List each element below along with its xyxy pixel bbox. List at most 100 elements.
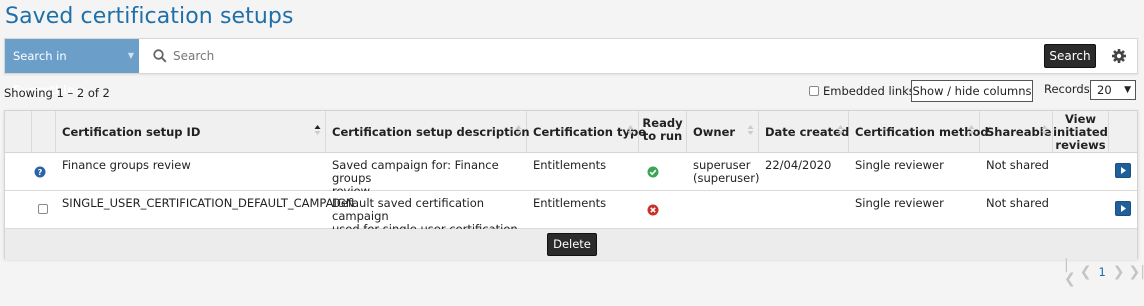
sort-icon (515, 125, 522, 135)
page-title: Saved certification setups (5, 4, 294, 29)
pagination: |❮ ❮ 1 ❯ ❯| (1064, 258, 1144, 286)
table-footer: Delete (5, 229, 1137, 260)
row-action (1109, 191, 1139, 228)
header-ready-line1: Ready (642, 116, 683, 130)
row-date: 22/04/2020 (759, 153, 849, 190)
row-owner-line1: superuser (693, 158, 751, 172)
row-shareable: Not shared (980, 153, 1053, 190)
delete-button[interactable]: Delete (547, 233, 597, 256)
row-method: Single reviewer (849, 153, 980, 190)
header-description-label: Certification setup description (332, 125, 530, 139)
page-number[interactable]: 1 (1098, 265, 1105, 279)
embedded-links-checkbox[interactable] (809, 86, 819, 96)
search-button[interactable]: Search (1044, 44, 1096, 68)
embedded-links-label: Embedded links (823, 84, 915, 98)
row-setup-id: Finance groups review (56, 153, 326, 190)
row-ready (639, 153, 687, 190)
row-date-text: 22/04/2020 (765, 158, 832, 172)
search-scope-prefix: Search in (13, 49, 67, 63)
table-header: Certification setup ID Certification set… (5, 111, 1137, 153)
row-action (1109, 153, 1139, 190)
open-row-button[interactable] (1115, 163, 1131, 178)
first-page-icon[interactable]: |❮ (1064, 258, 1076, 286)
gear-icon[interactable] (1111, 48, 1127, 64)
next-page-icon[interactable]: ❯ (1113, 265, 1125, 279)
header-date[interactable]: Date created (759, 111, 849, 152)
row-select-checkbox[interactable] (38, 204, 48, 214)
row-description-line1: Default saved certification campaign (332, 196, 485, 223)
header-action (1109, 111, 1139, 152)
header-owner-label: Owner (693, 125, 736, 139)
row-setup-id-text: SINGLE_USER_CERTIFICATION_DEFAULT_CAMPAI… (62, 196, 355, 210)
records-label: Records (1044, 82, 1090, 96)
row-shareable-text: Not shared (986, 158, 1049, 172)
row-owner: superuser (superuser) (687, 153, 759, 190)
records-select[interactable]: 20 ▼ (1090, 80, 1136, 100)
header-ready[interactable]: Ready to run (639, 111, 687, 152)
row-owner-text: superuser (superuser) (693, 159, 759, 185)
sort-icon (747, 125, 754, 135)
row-description-line1: Saved campaign for: Finance groups (332, 158, 499, 185)
row-method: Single reviewer (849, 191, 980, 228)
header-view-reviews-label: View initiated reviews (1053, 113, 1108, 152)
search-input[interactable] (173, 45, 1033, 67)
header-method[interactable]: Certification method (849, 111, 989, 152)
search-bar: Search in Everything ▼ Search (4, 38, 1138, 97)
sort-icon (968, 125, 975, 135)
row-shareable-text: Not shared (986, 196, 1049, 210)
sort-icon (1041, 125, 1048, 135)
row-status-cell: ? (5, 153, 46, 190)
embedded-links-toggle[interactable]: Embedded links (809, 84, 915, 98)
header-setup-id[interactable]: Certification setup ID (56, 111, 326, 152)
row-shareable: Not shared (980, 191, 1053, 228)
results-count: Showing 1 – 2 of 2 (4, 86, 110, 100)
chevron-down-icon: ▼ (127, 51, 134, 60)
row-date (759, 191, 849, 228)
row-ready (639, 191, 687, 228)
row-setup-id: SINGLE_USER_CERTIFICATION_DEFAULT_CAMPAI… (56, 191, 354, 228)
chevron-right-icon (1121, 205, 1126, 212)
row-type-text: Entitlements (533, 196, 607, 210)
svg-text:?: ? (38, 168, 43, 177)
table-row[interactable]: SINGLE_USER_CERTIFICATION_DEFAULT_CAMPAI… (5, 191, 1139, 236)
row-method-text: Single reviewer (855, 158, 944, 172)
open-row-button[interactable] (1115, 201, 1131, 216)
header-description[interactable]: Certification setup description (326, 111, 530, 152)
row-owner (687, 191, 759, 228)
header-status (5, 111, 32, 152)
sort-icon (627, 125, 634, 135)
row-setup-id-text: Finance groups review (62, 158, 191, 172)
chevron-down-icon: ▼ (1124, 85, 1131, 95)
search-icon (153, 49, 167, 63)
row-type: Entitlements (527, 191, 639, 228)
check-circle-icon (647, 166, 659, 178)
help-icon: ? (34, 166, 46, 178)
show-hide-columns-button[interactable]: Show / hide columns (911, 80, 1033, 102)
setups-table: Certification setup ID Certification set… (4, 110, 1139, 260)
table-row[interactable]: ? Finance groups review Saved campaign f… (5, 153, 1139, 198)
chevron-right-icon (1121, 167, 1126, 174)
header-setup-id-label: Certification setup ID (62, 125, 201, 139)
search-scope-dropdown[interactable]: Search in Everything ▼ (5, 39, 139, 97)
header-view-line2: initiated (1053, 125, 1108, 139)
header-select (32, 111, 56, 152)
x-circle-icon (647, 204, 659, 216)
row-description: Default saved certification campaign use… (326, 191, 527, 236)
row-method-text: Single reviewer (855, 196, 944, 210)
previous-page-icon[interactable]: ❮ (1080, 265, 1092, 279)
sort-ascending-icon (314, 125, 321, 135)
records-value: 20 (1097, 83, 1112, 97)
header-view-line1: View (1064, 112, 1097, 126)
header-ready-label: Ready to run (639, 117, 686, 143)
last-page-icon[interactable]: ❯| (1129, 265, 1144, 279)
row-description: Saved campaign for: Finance groups revie… (326, 153, 527, 198)
header-owner[interactable]: Owner (687, 111, 759, 152)
row-type: Entitlements (527, 153, 639, 190)
header-ready-line2: to run (642, 129, 683, 143)
row-type-text: Entitlements (533, 158, 607, 172)
header-view-reviews: View initiated reviews (1053, 111, 1109, 152)
header-shareable[interactable]: Shareable (980, 111, 1053, 152)
header-type[interactable]: Certification type (527, 111, 646, 152)
header-view-line3: reviews (1055, 138, 1106, 152)
sort-icon (837, 125, 844, 135)
